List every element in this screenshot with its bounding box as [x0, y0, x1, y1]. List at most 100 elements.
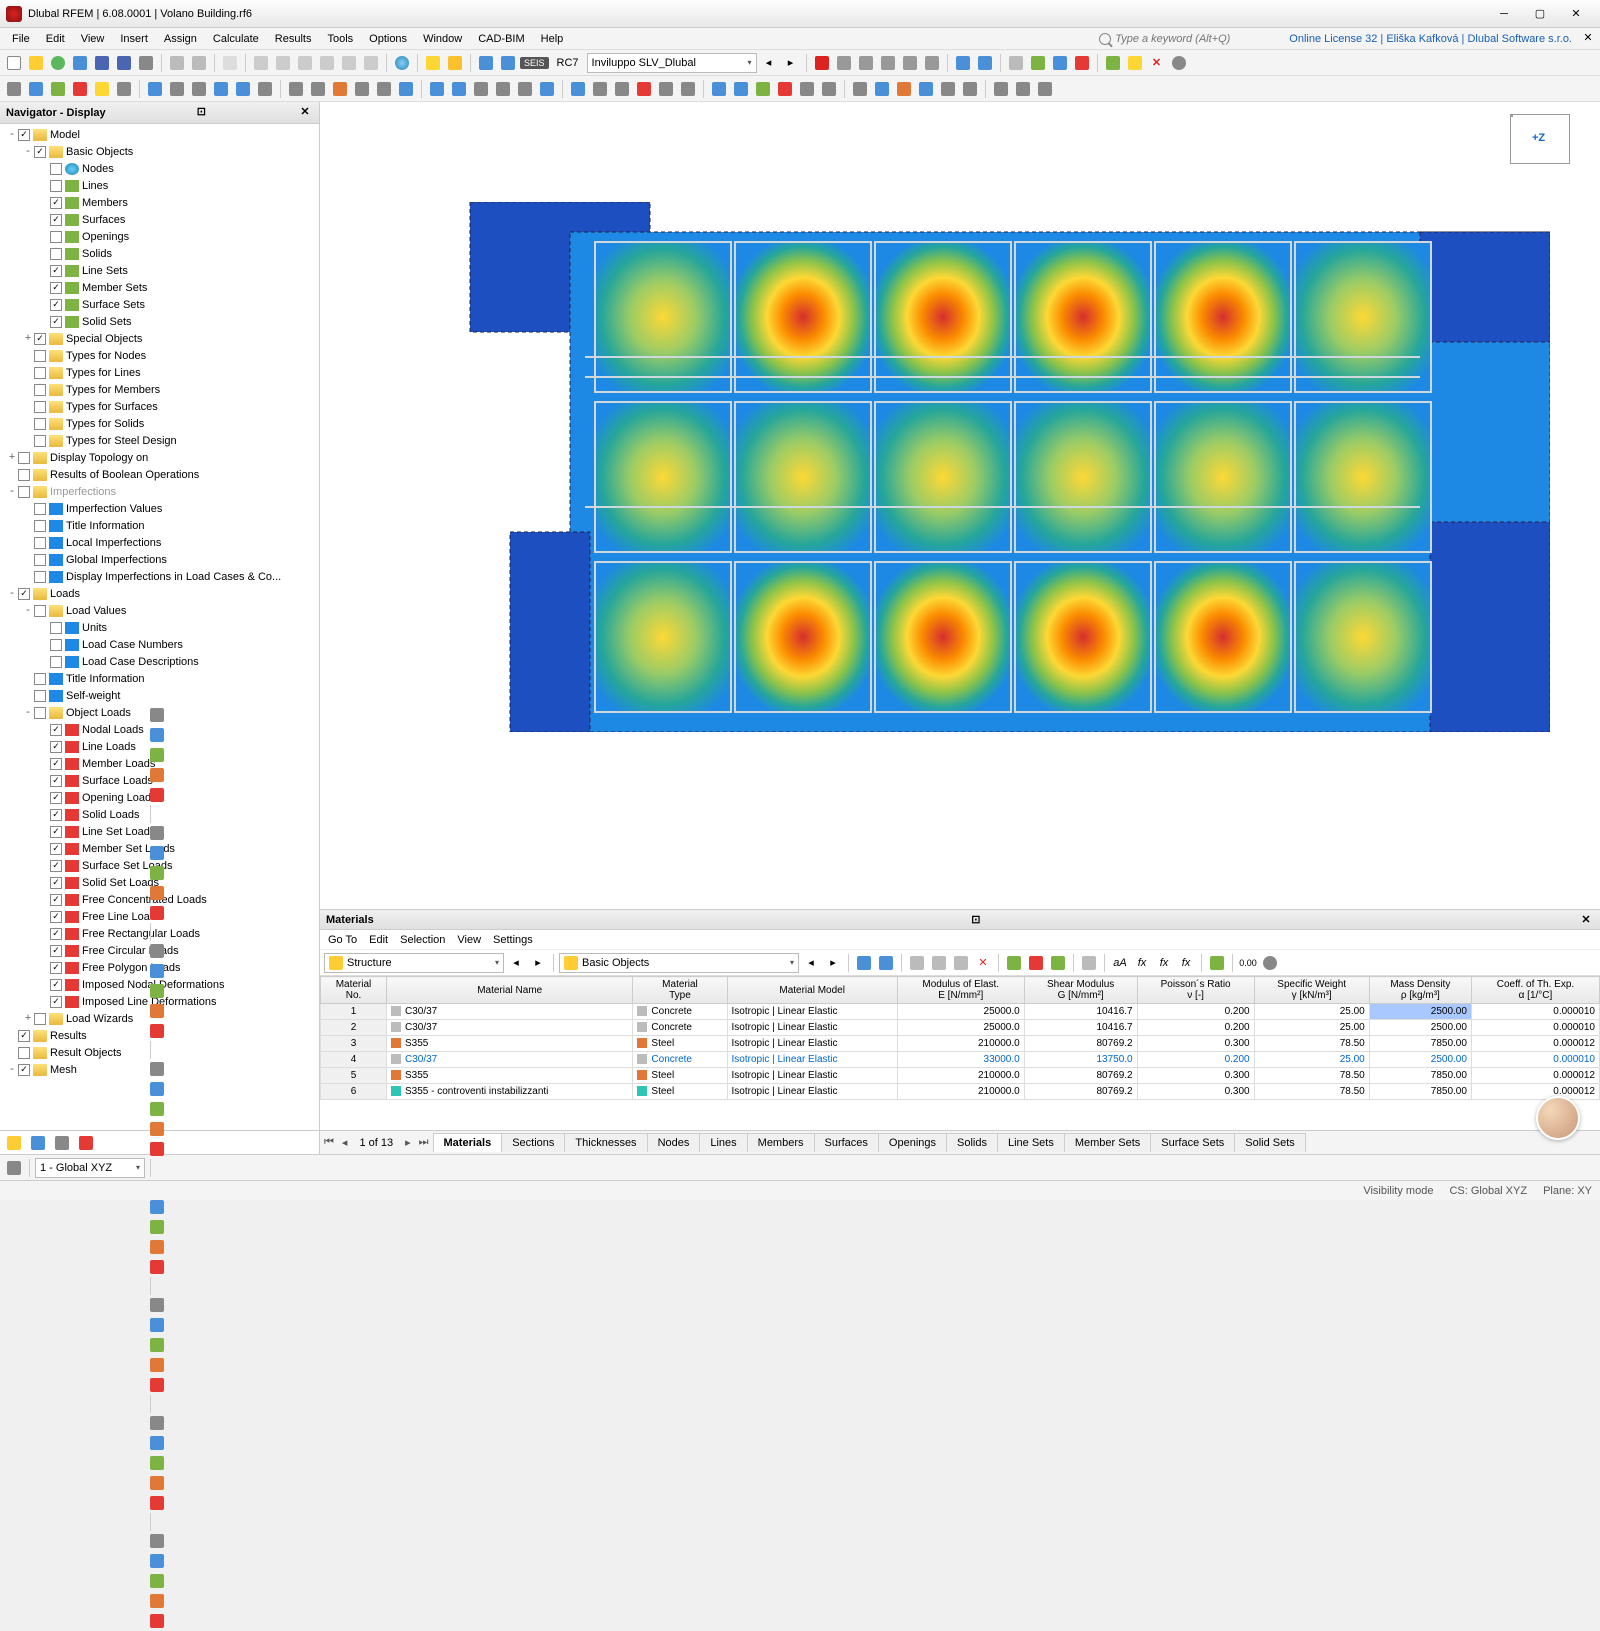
keyword-search[interactable] [1099, 33, 1275, 45]
tool-d-icon[interactable] [900, 53, 920, 73]
menu-assign[interactable]: Assign [156, 31, 205, 47]
tree-global-imperfections[interactable]: Global Imperfections [0, 551, 319, 568]
menu-help[interactable]: Help [533, 31, 572, 47]
bottom-tool-19-icon[interactable] [147, 1139, 167, 1159]
tree-lines[interactable]: Lines [0, 177, 319, 194]
tool2-31-icon[interactable] [731, 79, 751, 99]
checkbox[interactable] [50, 163, 62, 175]
tree-member-sets[interactable]: ✓Member Sets [0, 279, 319, 296]
fx4-icon[interactable]: fx [1176, 953, 1196, 973]
col-G[interactable]: Shear ModulusG [N/mm²] [1024, 977, 1137, 1004]
bottom-tool-10-icon[interactable] [147, 941, 167, 961]
checkbox[interactable]: ✓ [50, 911, 62, 923]
checkbox[interactable] [34, 418, 46, 430]
calc1-icon[interactable] [476, 53, 496, 73]
checkbox[interactable]: ✓ [50, 214, 62, 226]
tool2-38-icon[interactable] [894, 79, 914, 99]
mat-menu-settings[interactable]: Settings [493, 934, 533, 946]
open-icon[interactable] [26, 53, 46, 73]
checkbox[interactable]: ✓ [18, 1030, 30, 1042]
tbl1-icon[interactable] [907, 953, 927, 973]
checkbox[interactable]: ✓ [50, 843, 62, 855]
mat-menu-edit[interactable]: Edit [369, 934, 388, 946]
checkbox[interactable]: ✓ [50, 265, 62, 277]
mat-menu-go-to[interactable]: Go To [328, 934, 357, 946]
checkbox[interactable] [50, 248, 62, 260]
checkbox[interactable]: ✓ [50, 282, 62, 294]
tool2-7-icon[interactable] [167, 79, 187, 99]
next-page-icon[interactable]: ▸ [401, 1136, 415, 1149]
pin-icon[interactable]: ⊡ [193, 105, 209, 121]
tree-types-for-steel-design[interactable]: Types for Steel Design [0, 432, 319, 449]
basic-prev-icon[interactable]: ◂ [801, 953, 821, 973]
tree-solids[interactable]: Solids [0, 245, 319, 262]
bottom-tool-16-icon[interactable] [147, 1079, 167, 1099]
tab-surfaces[interactable]: Surfaces [814, 1133, 879, 1152]
bottom-tool-39-icon[interactable] [147, 1611, 167, 1631]
bottom-tool-37-icon[interactable] [147, 1571, 167, 1591]
tree-surface-sets[interactable]: ✓Surface Sets [0, 296, 319, 313]
bottom-tool-30-icon[interactable] [147, 1413, 167, 1433]
ins1-icon[interactable] [1004, 953, 1024, 973]
first-page-icon[interactable]: ⏮ [320, 1136, 338, 1149]
tab-lines[interactable]: Lines [699, 1133, 747, 1152]
cursor-icon[interactable] [4, 1158, 24, 1178]
bottom-tool-26-icon[interactable] [147, 1315, 167, 1335]
mat-menu-view[interactable]: View [457, 934, 481, 946]
tool-e-icon[interactable] [922, 53, 942, 73]
tree-self-weight[interactable]: Self-weight [0, 687, 319, 704]
table-row[interactable]: 3S355SteelIsotropic | Linear Elastic2100… [321, 1036, 1600, 1052]
bottom-tool-6-icon[interactable] [147, 843, 167, 863]
checkbox[interactable]: ✓ [18, 1064, 30, 1076]
tool2-18-icon[interactable] [427, 79, 447, 99]
checkbox[interactable]: ✓ [50, 979, 62, 991]
menu-tools[interactable]: Tools [319, 31, 361, 47]
bottom-tool-1-icon[interactable] [147, 725, 167, 745]
tree-load-case-numbers[interactable]: Load Case Numbers [0, 636, 319, 653]
tool2-14-icon[interactable] [330, 79, 350, 99]
checkbox[interactable] [50, 231, 62, 243]
cs-combo[interactable]: 1 - Global XYZ▾ [35, 1158, 145, 1178]
checkbox[interactable] [34, 673, 46, 685]
checkbox[interactable]: ✓ [50, 775, 62, 787]
grid3-icon[interactable] [1050, 53, 1070, 73]
tbl2-icon[interactable] [929, 953, 949, 973]
nav-tab-display-icon[interactable] [28, 1133, 48, 1153]
bottom-tool-17-icon[interactable] [147, 1099, 167, 1119]
struct-next-icon[interactable]: ▸ [528, 953, 548, 973]
tab-openings[interactable]: Openings [878, 1133, 947, 1152]
tree-title-information[interactable]: Title Information [0, 517, 319, 534]
tool-c-icon[interactable] [878, 53, 898, 73]
tool2-35-icon[interactable] [819, 79, 839, 99]
tree-loads[interactable]: -✓Loads [0, 585, 319, 602]
tree-imperfections[interactable]: -Imperfections [0, 483, 319, 500]
view5-icon[interactable] [339, 53, 359, 73]
checkbox[interactable] [34, 520, 46, 532]
tool2-36-icon[interactable] [850, 79, 870, 99]
save-icon[interactable] [92, 53, 112, 73]
bottom-tool-29-icon[interactable] [147, 1375, 167, 1395]
checkbox[interactable] [34, 384, 46, 396]
col-alpha[interactable]: Coeff. of Th. Exp.α [1/°C] [1471, 977, 1599, 1004]
checkbox[interactable]: ✓ [34, 333, 46, 345]
grid2-icon[interactable] [1028, 53, 1048, 73]
materials-table[interactable]: MaterialNo.Material NameMaterialTypeMate… [320, 976, 1600, 1100]
tree-members[interactable]: ✓Members [0, 194, 319, 211]
checkbox[interactable]: ✓ [50, 877, 62, 889]
tab-solid-sets[interactable]: Solid Sets [1234, 1133, 1306, 1152]
tool2-2-icon[interactable] [48, 79, 68, 99]
tool2-44-icon[interactable] [1035, 79, 1055, 99]
tool2-3-icon[interactable] [70, 79, 90, 99]
checkbox[interactable]: ✓ [50, 860, 62, 872]
bottom-tool-4-icon[interactable] [147, 785, 167, 805]
nav-tab-views-icon[interactable] [52, 1133, 72, 1153]
print-icon[interactable] [136, 53, 156, 73]
menu-options[interactable]: Options [361, 31, 415, 47]
tree-special-objects[interactable]: +✓Special Objects [0, 330, 319, 347]
col-type[interactable]: MaterialType [633, 977, 727, 1004]
mesh2-icon[interactable] [975, 53, 995, 73]
warn-icon[interactable] [1125, 53, 1145, 73]
bottom-tool-38-icon[interactable] [147, 1591, 167, 1611]
pointer-icon[interactable] [854, 953, 874, 973]
view1-icon[interactable] [251, 53, 271, 73]
